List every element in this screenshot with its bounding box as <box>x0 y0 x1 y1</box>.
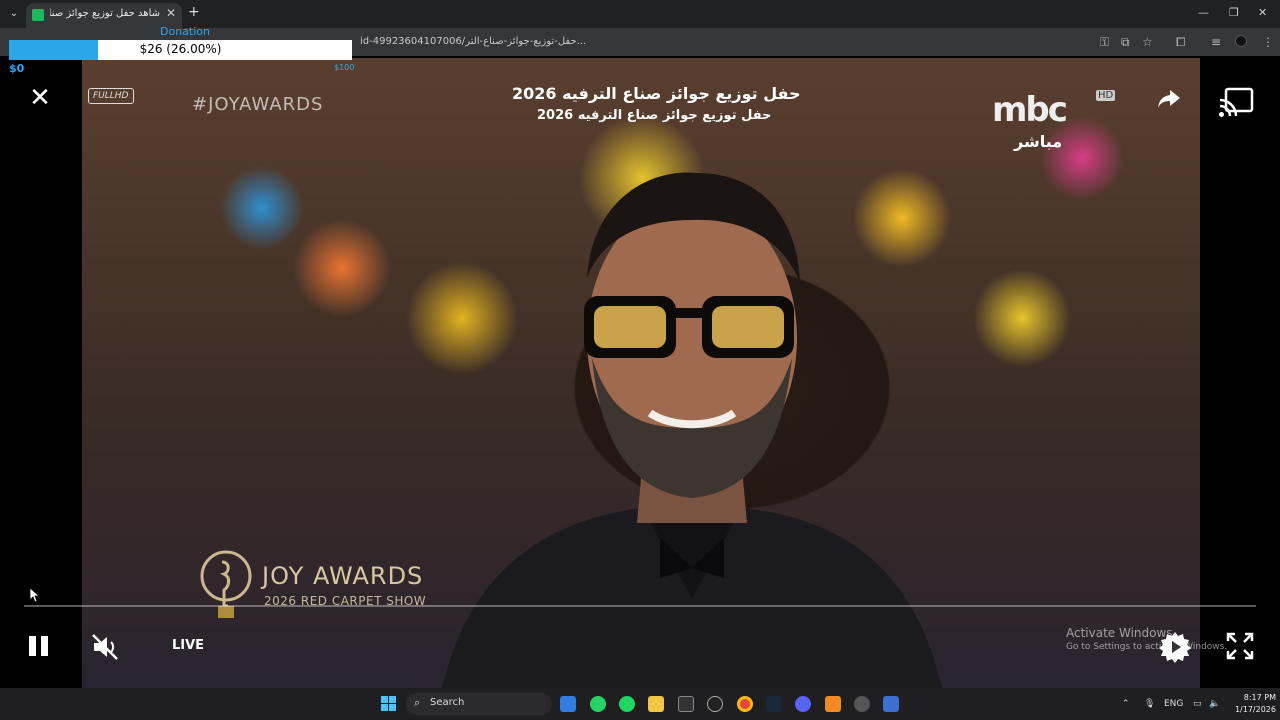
taskbar-search-label: Search <box>430 697 465 708</box>
obs-icon[interactable] <box>707 696 723 712</box>
clock-time: 8:17 PM <box>1243 693 1276 702</box>
seek-bar[interactable] <box>24 605 1256 607</box>
windows-start-icon[interactable] <box>381 696 397 712</box>
install-app-icon[interactable]: ⧉ <box>1121 35 1130 50</box>
pause-button[interactable] <box>28 632 52 662</box>
channel-hd-badge: HD <box>1096 90 1116 101</box>
clock-date: 1/17/2026 <box>1234 705 1276 714</box>
joy-awards-logo: JOY AWARDS 2026 RED CARPET SHOW <box>196 548 436 628</box>
app-a-icon[interactable] <box>825 696 841 712</box>
donation-amount: $26 (26.00%) <box>139 42 222 56</box>
input-language[interactable]: ENG <box>1164 699 1183 709</box>
activate-windows-title: Activate Windows <box>1066 626 1173 640</box>
password-key-icon[interactable]: ⚿ <box>1100 35 1109 50</box>
whatsapp-icon[interactable] <box>590 696 606 712</box>
channel-live-label: مباشر <box>1014 132 1063 151</box>
new-tab-button[interactable]: + <box>188 4 200 20</box>
app-gear-icon[interactable] <box>854 696 870 712</box>
file-explorer-icon[interactable] <box>648 696 664 712</box>
chrome-icon[interactable] <box>737 696 753 712</box>
mouse-cursor-icon <box>30 588 40 602</box>
video-title-line1: حفل توزيع جوائز صناع الترفيه 2026 <box>512 84 801 103</box>
event-name: JOY AWARDS <box>262 562 424 590</box>
app-shield-icon[interactable] <box>883 696 899 712</box>
mbc-channel-logo: mbc HD مباشر <box>992 90 1122 160</box>
steam-icon[interactable] <box>766 696 782 712</box>
close-player-icon[interactable]: ✕ <box>28 85 52 111</box>
trophy-icon <box>200 550 252 618</box>
maximize-icon[interactable]: ❐ <box>1229 6 1239 19</box>
windows-taskbar <box>0 688 1280 720</box>
cast-icon[interactable] <box>1218 86 1254 118</box>
pause-bar-left <box>29 636 36 656</box>
donation-label: Donation <box>160 25 210 38</box>
microphone-icon[interactable]: 🎙 <box>1144 699 1155 709</box>
network-icon[interactable]: ▭ <box>1193 699 1202 709</box>
spotify-icon[interactable] <box>619 696 635 712</box>
browser-menu-icon[interactable]: ⋮ <box>1262 35 1274 49</box>
activate-windows-subtitle: Go to Settings to activate Windows. <box>1066 642 1228 652</box>
tab-title: شاهد حفل توزيع جوائز صناع التر... <box>50 8 160 19</box>
profile-avatar-icon[interactable] <box>1235 35 1247 47</box>
extensions-icon[interactable]: ⧠ <box>1176 35 1186 50</box>
interviewee-image <box>442 172 942 688</box>
settings-gear-icon[interactable] <box>1158 630 1192 664</box>
fullscreen-icon[interactable] <box>1226 632 1254 660</box>
taskbar-search-box[interactable]: ⌕ Search <box>406 693 552 715</box>
bookmark-star-icon[interactable]: ☆ <box>1142 35 1153 49</box>
search-icon: ⌕ <box>414 696 421 709</box>
share-icon[interactable] <box>1156 86 1182 112</box>
browser-tab[interactable]: شاهد حفل توزيع جوائز صناع التر... ✕ <box>26 3 182 28</box>
donation-progress-bar: $26 (26.00%) <box>9 40 352 60</box>
tray-overflow-icon[interactable]: ⌃ <box>1122 699 1130 709</box>
hashtag-watermark: #JOYAWARDS <box>192 94 324 115</box>
window-close-icon[interactable]: ✕ <box>1258 6 1267 19</box>
volume-icon[interactable]: 🔈 <box>1209 699 1220 709</box>
discord-icon[interactable] <box>795 696 811 712</box>
taskbar-clock[interactable]: 8:17 PM 1/17/2026 <box>1226 692 1276 716</box>
url-text[interactable]: id-49923604107006/حفل-توزيع-جوائز-صناع-ا… <box>360 36 586 47</box>
mute-icon[interactable] <box>90 632 120 662</box>
live-indicator[interactable]: LIVE <box>172 638 204 668</box>
minimize-icon[interactable]: — <box>1198 6 1209 19</box>
tab-close-icon[interactable]: ✕ <box>166 6 176 20</box>
taskview-icon[interactable] <box>560 696 576 712</box>
terminal-icon[interactable] <box>678 696 694 712</box>
activate-windows-watermark: Activate Windows Go to Settings to activ… <box>1066 626 1227 652</box>
fullhd-badge: FULLHD <box>88 88 134 104</box>
donation-min: $0 <box>9 62 25 75</box>
tab-search-icon[interactable]: ⌄ <box>6 6 22 22</box>
media-control-icon[interactable]: ≡ <box>1211 35 1221 49</box>
video-title-line2: حفل توزيع جوائز صناع الترفيه 2026 <box>537 108 772 123</box>
browser-tab-bar: ⌄ شاهد حفل توزيع جوائز صناع التر... ✕ + … <box>0 0 1280 28</box>
tab-favicon-icon <box>32 9 44 21</box>
donation-max: $100 <box>334 63 355 72</box>
pause-bar-right <box>41 636 48 656</box>
